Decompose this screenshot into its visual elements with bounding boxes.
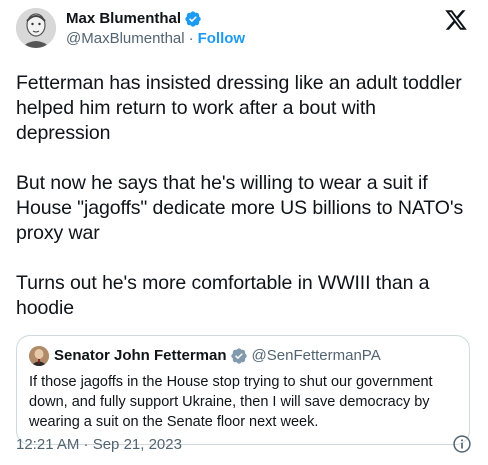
quoted-author-name: Senator John Fetterman [54, 347, 227, 364]
quoted-tweet-text: If those jagoffs in the House stop tryin… [29, 374, 433, 430]
follow-button[interactable]: Follow [198, 29, 246, 49]
handle-separator: · [188, 30, 194, 47]
tweet-text: Fetterman has insisted dressing like an … [16, 71, 472, 321]
avatar-portrait-icon [29, 346, 49, 366]
author-info: Max Blumenthal @MaxBlumenthal · Follow [66, 9, 245, 49]
avatar-portrait-icon [16, 8, 56, 48]
tweet-footer: 12:21 AM · Sep 21, 2023 [16, 434, 472, 454]
quoted-tweet-header: Senator John Fetterman @SenFettermanPA [29, 346, 457, 366]
x-logo-icon[interactable] [444, 8, 468, 32]
quoted-author-handle: @SenFettermanPA [251, 347, 381, 364]
info-icon[interactable] [452, 434, 472, 454]
tweet-paragraph: Turns out he's more comfortable in WWIII… [16, 272, 430, 319]
tweet-timestamp[interactable]: 12:21 AM · Sep 21, 2023 [16, 436, 182, 453]
quoted-tweet[interactable]: Senator John Fetterman @SenFettermanPA I… [16, 335, 470, 445]
tweet-paragraph: But now he says that he's willing to wea… [16, 172, 464, 244]
author-handle-row: @MaxBlumenthal · Follow [66, 29, 245, 49]
author-name-row: Max Blumenthal [66, 9, 245, 29]
author-handle[interactable]: @MaxBlumenthal [66, 29, 185, 49]
author-avatar[interactable] [16, 8, 56, 48]
verified-badge-gray-icon [230, 348, 247, 364]
tweet-paragraph: Fetterman has insisted dressing like an … [16, 72, 462, 144]
tweet-header: Max Blumenthal @MaxBlumenthal · Follow [16, 8, 472, 52]
tweet-card: Max Blumenthal @MaxBlumenthal · Follow F… [0, 0, 488, 465]
verified-badge-icon [185, 11, 201, 27]
quoted-author-avatar [29, 346, 49, 366]
author-name[interactable]: Max Blumenthal [66, 9, 181, 29]
